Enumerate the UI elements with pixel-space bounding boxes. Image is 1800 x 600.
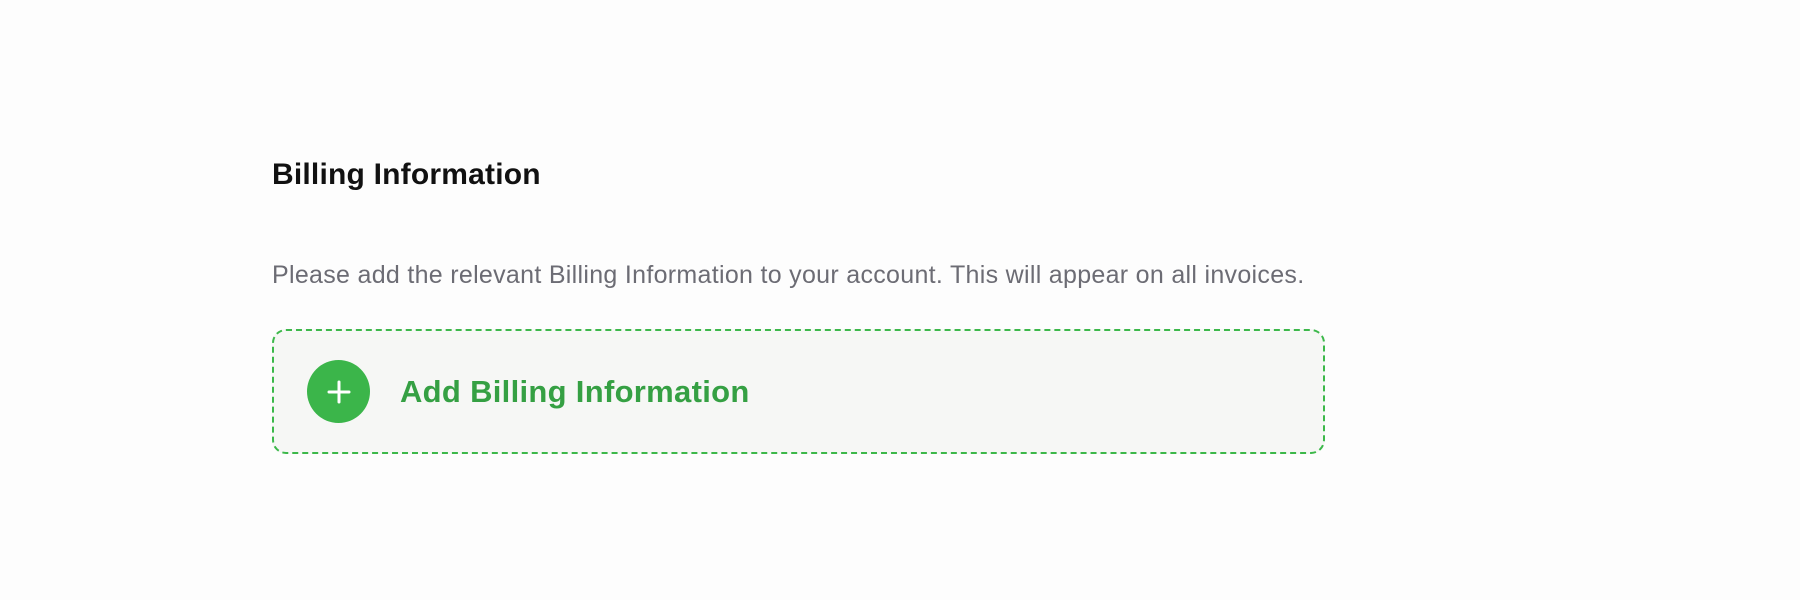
billing-information-section: Billing Information Please add the relev… [272,154,1572,454]
add-billing-information-label: Add Billing Information [400,373,750,409]
add-billing-information-button[interactable]: Add Billing Information [272,329,1325,454]
section-title: Billing Information [272,158,541,191]
plus-icon [307,360,370,423]
section-description: Please add the relevant Billing Informat… [272,261,1305,289]
